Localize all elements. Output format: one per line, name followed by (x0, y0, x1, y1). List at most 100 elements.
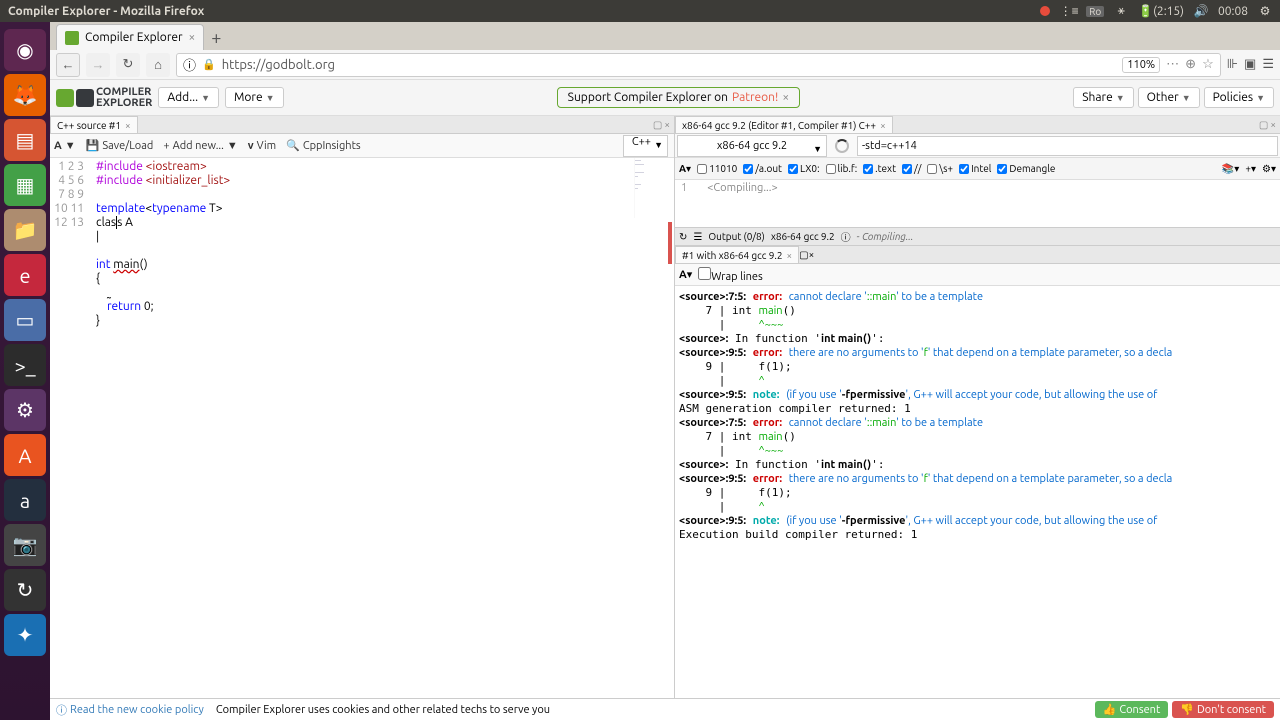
keyboard-layout[interactable]: Ro (1086, 6, 1104, 17)
bluetooth-icon[interactable]: ⚹ (1114, 4, 1128, 18)
save-icon[interactable]: ⊕ (1185, 57, 1196, 72)
bookmark-icon[interactable]: ☆ (1202, 57, 1214, 72)
browser-window: Compiler Explorer × + ← → ↻ ⌂ ⓘ 🔒 https:… (50, 22, 1280, 720)
maximize-icon[interactable]: ▢ (653, 119, 662, 131)
diagnostics-output[interactable]: <source>:7:5: error: cannot declare '::m… (675, 286, 1280, 716)
close-icon[interactable]: × (880, 120, 886, 131)
opt-libf[interactable]: lib.f: (826, 163, 858, 174)
close-banner-icon[interactable]: × (782, 91, 789, 104)
info-icon[interactable]: ⓘ (841, 229, 851, 244)
wifi-icon[interactable]: ⋮≡ (1062, 4, 1076, 18)
dash-icon[interactable]: ◉ (4, 29, 46, 71)
opt-11010[interactable]: 11010 (697, 163, 737, 174)
update-icon[interactable]: ↻ (4, 569, 46, 611)
addnew-button[interactable]: +Add new...▼ (163, 140, 237, 152)
vim-button[interactable]: vVim (248, 140, 276, 152)
menu-icon[interactable]: ☰ (1262, 57, 1274, 72)
back-button[interactable]: ← (56, 53, 80, 77)
output-label[interactable]: Output (0/8) (708, 231, 764, 242)
calc-icon[interactable]: ▦ (4, 164, 46, 206)
sidebar-icon[interactable]: ▣ (1244, 57, 1256, 72)
pdf-icon[interactable]: e (4, 254, 46, 296)
terminal-icon[interactable]: >_ (4, 344, 46, 386)
close-tab-icon[interactable]: × (189, 31, 196, 44)
code-content[interactable]: #include <iostream> #include <initialize… (92, 158, 674, 720)
zoom-level[interactable]: 110% (1122, 57, 1160, 73)
maximize-icon[interactable]: ▢ (1259, 119, 1268, 131)
files-icon[interactable]: 📁 (4, 209, 46, 251)
add-button[interactable]: Add...▼ (158, 87, 219, 108)
battery-indicator[interactable]: 🔋(2:15) (1138, 4, 1184, 18)
maximize-icon[interactable]: ▢ (799, 249, 808, 260)
share-button[interactable]: Share▼ (1073, 87, 1133, 108)
close-pane-icon[interactable]: × (809, 249, 815, 260)
library-icon[interactable]: ⊪ (1227, 57, 1238, 72)
compiler-options-input[interactable]: -std=c++14 (857, 136, 1278, 156)
minimap[interactable]: ▬▬▬▬▬▬▬▬▬▬▬▬ (634, 158, 674, 218)
list-icon[interactable]: ☰ (693, 231, 702, 243)
editor-pane: C++ source #1× ▢× A▼ 💾Save/Load +Add new… (50, 116, 675, 720)
address-bar[interactable]: ⓘ 🔒 https://godbolt.org 110% ⋯ ⊕ ☆ (176, 53, 1221, 77)
clock[interactable]: 00:08 (1218, 5, 1248, 18)
gear-icon[interactable]: ⚙ (4, 389, 46, 431)
screenshot-icon[interactable]: 📷 (4, 524, 46, 566)
opt-text[interactable]: .text (863, 163, 896, 174)
firefox-icon[interactable]: 🦊 (4, 74, 46, 116)
font-button[interactable]: A▾ (679, 163, 691, 175)
cookie-text: Compiler Explorer uses cookies and other… (216, 704, 550, 716)
code-editor[interactable]: 1 2 3 4 5 6 7 8 9 10 11 12 13 #include <… (50, 158, 674, 720)
saveload-button[interactable]: 💾Save/Load (86, 139, 154, 152)
language-select[interactable]: C++▼ (623, 135, 668, 157)
close-pane-icon[interactable]: × (664, 119, 670, 131)
volume-icon[interactable]: 🔊 (1194, 4, 1208, 18)
close-pane-icon[interactable]: × (1270, 119, 1276, 131)
software-icon[interactable]: A (4, 434, 46, 476)
policies-button[interactable]: Policies▼ (1204, 87, 1274, 108)
editor-icon[interactable]: ▭ (4, 299, 46, 341)
consent-button[interactable]: 👍 Consent (1095, 701, 1169, 718)
compiler-tab[interactable]: x86-64 gcc 9.2 (Editor #1, Compiler #1) … (675, 116, 893, 133)
opt-comments[interactable]: // (902, 163, 921, 174)
settings-icon[interactable]: ⚙ (1258, 4, 1272, 18)
editor-tab[interactable]: C++ source #1× (50, 116, 138, 133)
compiler-select[interactable]: x86-64 gcc 9.2▼ (677, 135, 827, 157)
close-icon[interactable]: × (786, 250, 792, 261)
libs-button[interactable]: 📚▾ (1222, 163, 1239, 175)
asm-output[interactable]: 1<Compiling...> (675, 180, 1280, 196)
amazon-icon[interactable]: a (4, 479, 46, 521)
opt-aout[interactable]: /a.out (743, 163, 782, 174)
diag-tab[interactable]: #1 with x86-64 gcc 9.2× (675, 246, 799, 263)
favicon-icon (65, 31, 79, 45)
page-actions-icon[interactable]: ⋯ (1166, 57, 1179, 72)
browser-tab[interactable]: Compiler Explorer × (56, 24, 204, 50)
support-banner: Support Compiler Explorer on Patreon! × (557, 87, 800, 108)
add-button[interactable]: +▾ (1245, 163, 1256, 175)
more-button[interactable]: More▼ (225, 87, 284, 108)
home-button[interactable]: ⌂ (146, 53, 170, 77)
new-tab-button[interactable]: + (204, 26, 228, 50)
diag-toolbar: A▾ Wrap lines (675, 264, 1280, 286)
cookie-policy-link[interactable]: ⓘ Read the new cookie policy (56, 702, 204, 718)
opt-demangle[interactable]: Demangle (997, 163, 1055, 174)
font-button[interactable]: A▼ (54, 140, 76, 152)
reload-button[interactable]: ↻ (116, 53, 140, 77)
opt-slash[interactable]: \s+ (927, 163, 953, 174)
settings-button[interactable]: ⚙▾ (1262, 163, 1276, 175)
info-icon[interactable]: ⓘ (183, 55, 196, 74)
font-button[interactable]: A▾ (679, 268, 692, 281)
record-icon[interactable] (1038, 4, 1052, 18)
opt-intel[interactable]: Intel (959, 163, 991, 174)
wrap-lines-checkbox[interactable]: Wrap lines (698, 267, 763, 283)
app-icon[interactable]: ✦ (4, 614, 46, 656)
no-consent-button[interactable]: 👎 Don't consent (1172, 701, 1274, 718)
other-button[interactable]: Other▼ (1138, 87, 1200, 108)
url-bar: ← → ↻ ⌂ ⓘ 🔒 https://godbolt.org 110% ⋯ ⊕… (50, 50, 1280, 80)
reload-icon[interactable]: ↻ (679, 231, 687, 243)
cppinsights-button[interactable]: 🔍CppInsights (286, 139, 361, 152)
tab-strip: Compiler Explorer × + (50, 22, 1280, 50)
close-icon[interactable]: × (125, 120, 131, 131)
patreon-link[interactable]: Patreon! (732, 91, 778, 104)
impress-icon[interactable]: ▤ (4, 119, 46, 161)
ce-logo[interactable]: COMPILEREXPLORER (56, 87, 152, 109)
opt-lx0[interactable]: LX0: (788, 163, 820, 174)
